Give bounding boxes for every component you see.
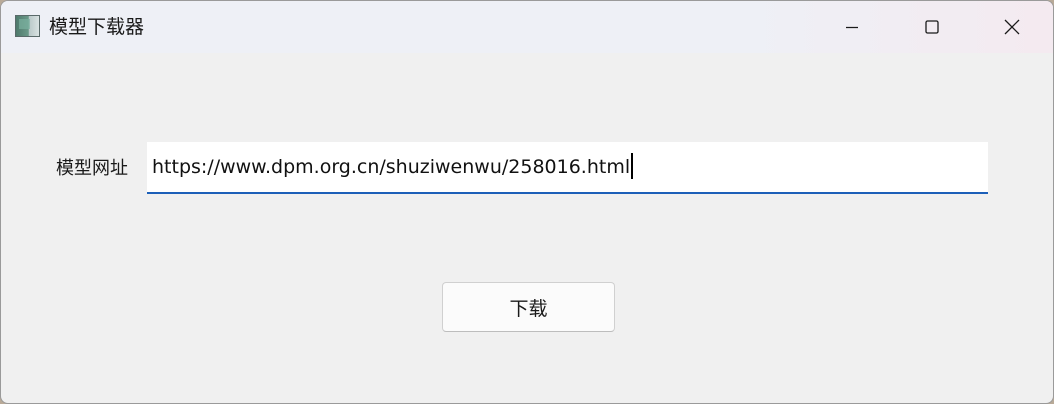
app-window: 模型下载器 模型网址 https://www.dpm.org.cn/shuziw…	[0, 0, 1054, 404]
download-button[interactable]: 下载	[442, 282, 615, 332]
window-title: 模型下载器	[49, 16, 145, 38]
title-bar[interactable]: 模型下载器	[1, 1, 1053, 53]
maximize-icon	[925, 20, 939, 34]
minimize-button[interactable]	[812, 1, 892, 53]
url-input[interactable]: https://www.dpm.org.cn/shuziwenwu/258016…	[147, 142, 988, 194]
minimize-icon	[846, 26, 858, 29]
close-button[interactable]	[972, 1, 1052, 53]
close-icon	[1004, 19, 1020, 35]
maximize-button[interactable]	[892, 1, 972, 53]
app-icon	[15, 15, 40, 37]
download-button-label: 下载	[509, 297, 548, 320]
url-input-value: https://www.dpm.org.cn/shuziwenwu/258016…	[152, 156, 631, 178]
text-caret	[631, 153, 634, 179]
url-label: 模型网址	[56, 158, 128, 179]
